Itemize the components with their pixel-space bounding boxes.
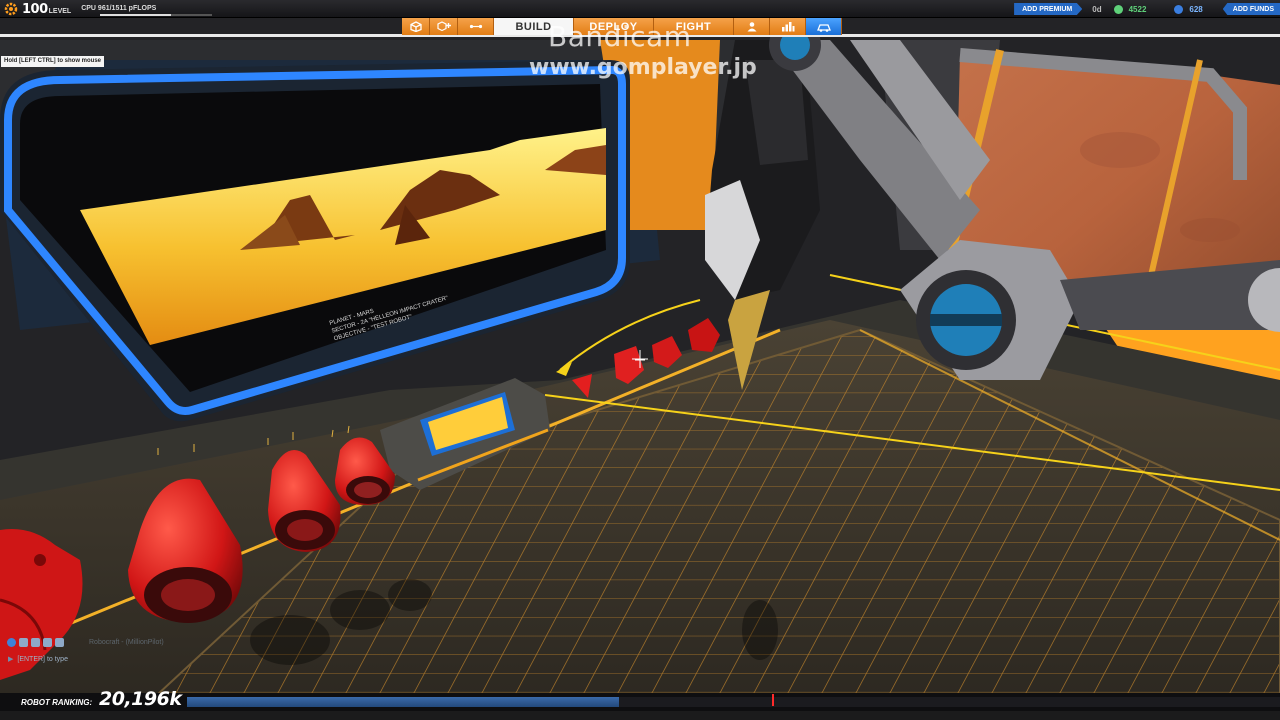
globe-icon[interactable] — [7, 638, 16, 647]
cpu-usage-text: CPU 961/1511 pFLOPS — [81, 4, 157, 12]
watermark-title: Bandicam — [548, 20, 692, 53]
ranking-value: 20,196k — [99, 688, 182, 710]
connector-icon — [469, 24, 482, 29]
ranking-progress — [187, 697, 1280, 707]
garage-button[interactable] — [806, 18, 842, 35]
user-icon — [747, 22, 756, 32]
game-scene: PLANET - MARS SECTOR - 2A "HELLEON IMPAC… — [0, 18, 1280, 720]
cube-plus-icon — [436, 21, 451, 32]
chat-channel-icons: Robocraft - (MillionPilot) — [7, 638, 164, 647]
chat-placeholder: [ENTER] to type — [17, 655, 68, 663]
party-icon[interactable] — [31, 638, 40, 647]
premium-days: 0d — [1092, 4, 1102, 14]
level-number: 100 — [22, 1, 48, 17]
profile-button[interactable] — [734, 18, 770, 35]
currency-panel: ADD PREMIUM 0d 4522 628 ADD FUNDS — [1014, 2, 1280, 16]
chat-input[interactable]: ▶ [ENTER] to type — [8, 654, 188, 664]
cube-button[interactable] — [402, 18, 430, 35]
credits-balance: 628 — [1189, 4, 1203, 14]
watermark-url: www.gomplayer.jp — [529, 55, 757, 80]
ranking-marker — [772, 694, 774, 706]
robits-balance: 4522 — [1128, 4, 1147, 14]
bottom-strip — [0, 711, 1280, 720]
add-funds-button[interactable]: ADD FUNDS — [1222, 3, 1280, 15]
garage-icon — [816, 24, 831, 32]
ranking-label: ROBOT RANKING: — [21, 698, 93, 707]
gear-icon — [4, 2, 18, 16]
friend-icon[interactable] — [43, 638, 52, 647]
mouse-hint: Hold [LEFT CTRL] to show mouse — [1, 56, 104, 67]
chat-icon[interactable] — [19, 638, 28, 647]
cpu-usage-bar — [100, 14, 212, 16]
stats-button[interactable] — [770, 18, 806, 35]
ranking-progress-fill — [187, 697, 619, 707]
cube-icon — [409, 21, 422, 32]
chat-caret-icon: ▶ — [8, 656, 14, 663]
chat-message: Robocraft - (MillionPilot) — [89, 639, 164, 646]
add-cube-button[interactable] — [430, 18, 458, 35]
add-premium-button[interactable]: ADD PREMIUM — [1014, 3, 1083, 15]
level-label: LEVEL — [48, 8, 72, 15]
cpu-usage-bar-fill — [100, 14, 172, 16]
robit-coin-icon — [1113, 4, 1123, 14]
group-icon[interactable] — [55, 638, 64, 647]
connector-button[interactable] — [458, 18, 494, 35]
stats-icon — [781, 22, 794, 32]
cc-coin-icon — [1174, 4, 1184, 14]
